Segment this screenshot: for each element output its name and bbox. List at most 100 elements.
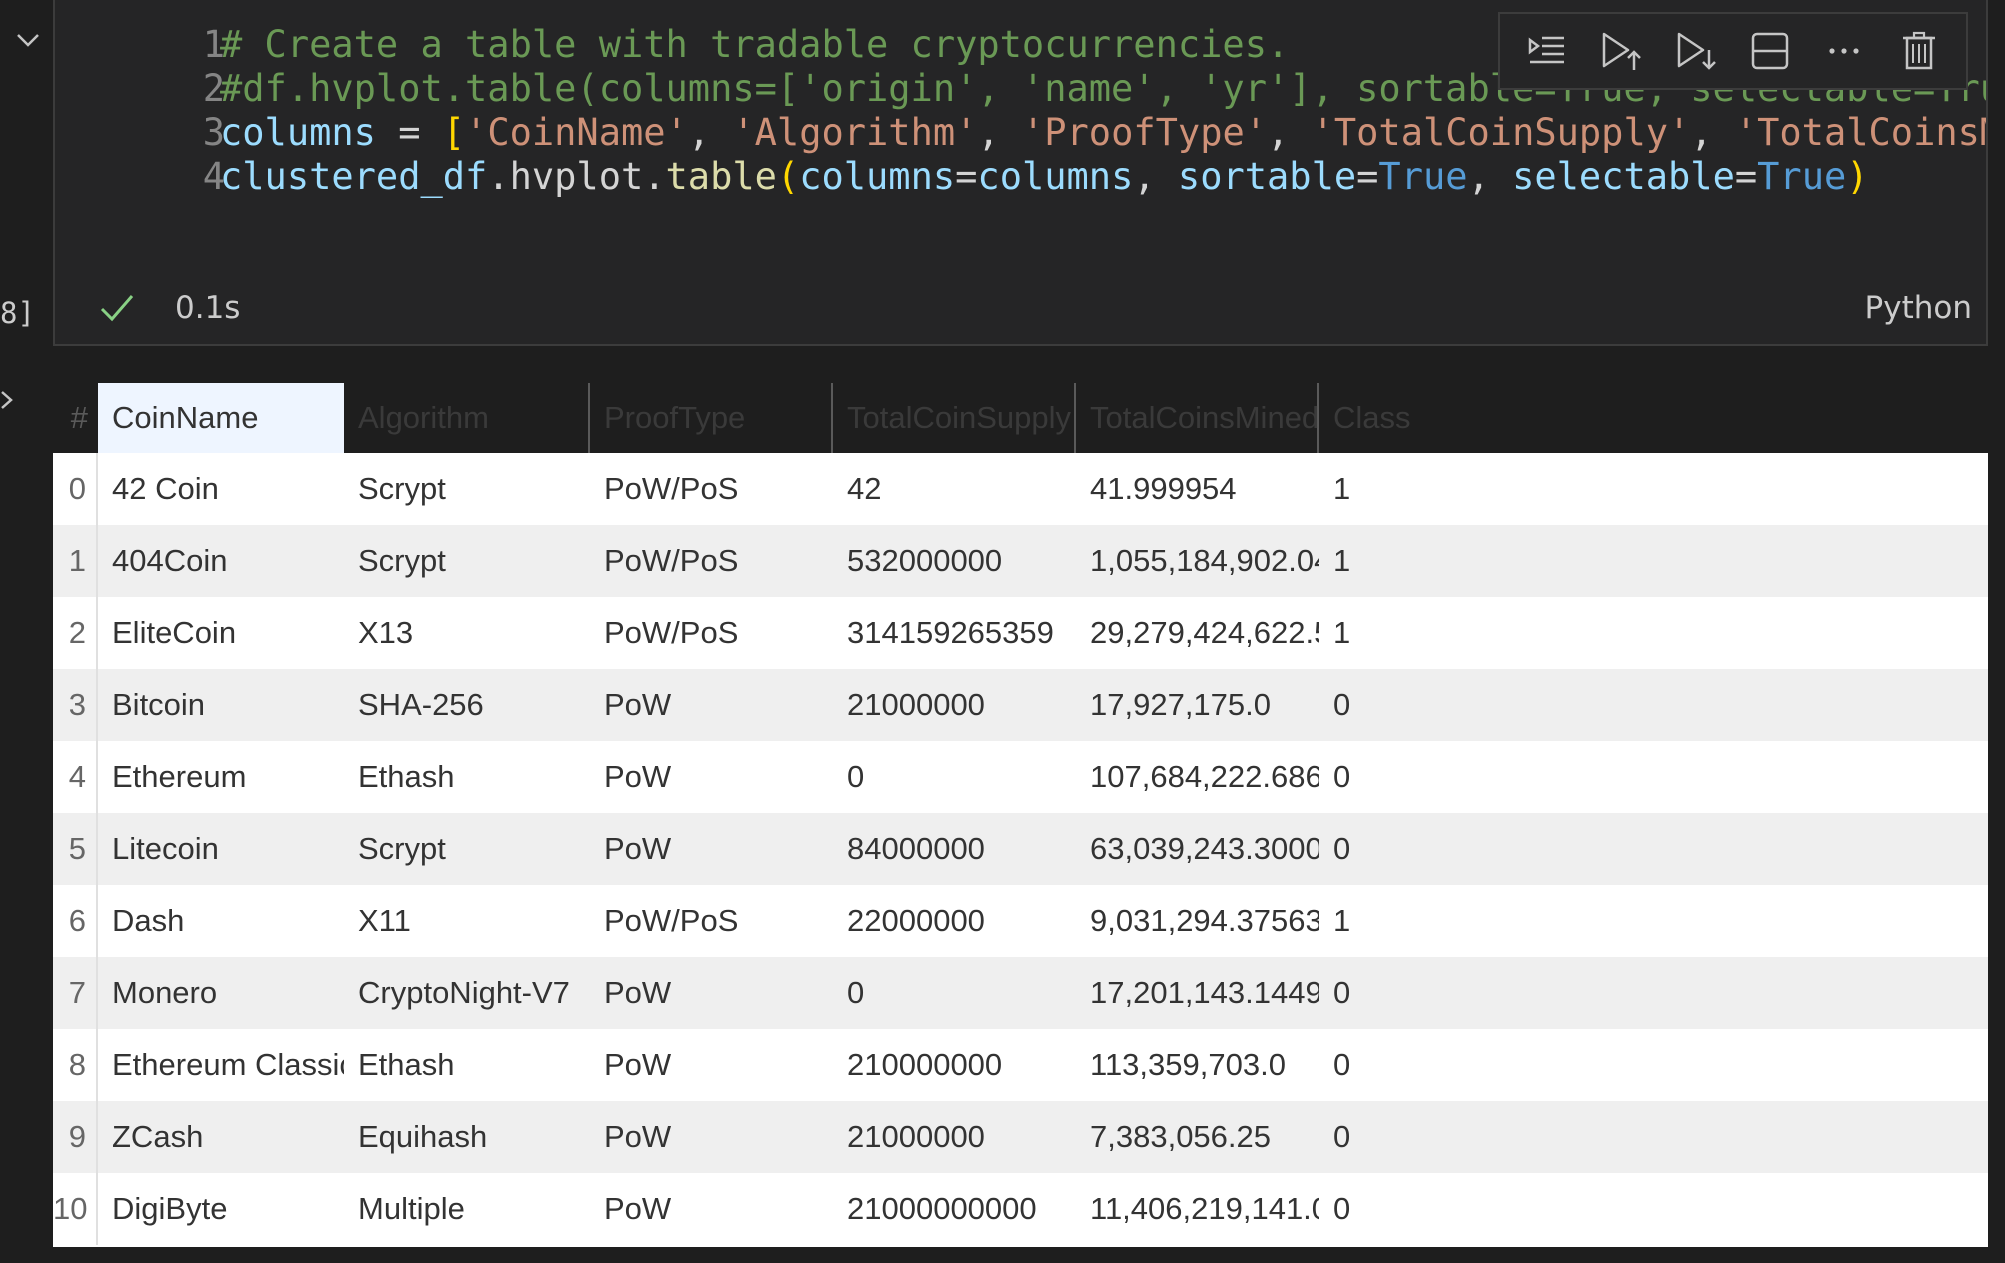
table-cell[interactable]: 17,927,175.0: [1076, 669, 1319, 741]
table-cell[interactable]: CryptoNight-V7: [344, 957, 590, 1029]
table-cell[interactable]: 11,406,219,141.0: [1076, 1173, 1319, 1245]
column-header[interactable]: ProofType: [590, 383, 833, 453]
output-chevron-icon[interactable]: [0, 386, 16, 414]
table-cell[interactable]: 1: [1319, 885, 1559, 957]
table-cell[interactable]: Monero: [98, 957, 344, 1029]
split-cell-button[interactable]: [1744, 25, 1796, 77]
table-cell[interactable]: 0: [833, 741, 1076, 813]
column-header[interactable]: Class: [1319, 383, 1559, 453]
table-cell[interactable]: PoW: [590, 1029, 833, 1101]
table-row[interactable]: 7 Monero CryptoNight-V7 PoW 0 17,201,143.1449…: [53, 957, 1988, 1029]
table-cell[interactable]: PoW: [590, 741, 833, 813]
table-cell[interactable]: Scrypt: [344, 453, 590, 525]
table-row[interactable]: 4 Ethereum Ethash PoW 0 107,684,222.6865 0: [53, 741, 1988, 813]
kernel-language[interactable]: Python: [1865, 290, 1972, 326]
table-row[interactable]: 2 EliteCoin X13 PoW/PoS 314159265359 29,279,4…: [53, 597, 1988, 669]
table-cell[interactable]: SHA-256: [344, 669, 590, 741]
table-cell[interactable]: 113,359,703.0: [1076, 1029, 1319, 1101]
table-cell[interactable]: 0: [1319, 813, 1559, 885]
table-cell[interactable]: 532000000: [833, 525, 1076, 597]
column-header[interactable]: TotalCoinsMined: [1076, 383, 1319, 453]
table-row[interactable]: 10 DigiByte Multiple PoW 21000000000 11,406,2…: [53, 1173, 1988, 1245]
table-row[interactable]: 5 Litecoin Scrypt PoW 84000000 63,039,243.300…: [53, 813, 1988, 885]
collapse-chevron-icon[interactable]: [14, 30, 42, 50]
table-cell[interactable]: Bitcoin: [98, 669, 344, 741]
table-row[interactable]: 8 Ethereum Classic Ethash PoW 210000000 113,3…: [53, 1029, 1988, 1101]
table-cell[interactable]: Ethash: [344, 741, 590, 813]
table-cell[interactable]: Scrypt: [344, 813, 590, 885]
table-cell[interactable]: Ethereum: [98, 741, 344, 813]
table-cell[interactable]: X11: [344, 885, 590, 957]
table-cell[interactable]: 0: [1319, 1101, 1559, 1173]
table-cell[interactable]: Ethash: [344, 1029, 590, 1101]
table-cell[interactable]: 0: [1319, 669, 1559, 741]
table-cell[interactable]: 84000000: [833, 813, 1076, 885]
table-cell[interactable]: 1: [1319, 597, 1559, 669]
table-cell[interactable]: 107,684,222.6865: [1076, 741, 1319, 813]
code-cell[interactable]: 1 # Create a table with tradable cryptocu…: [53, 0, 1988, 346]
delete-cell-button[interactable]: [1893, 25, 1945, 77]
table-cell[interactable]: 9,031,294.375634: [1076, 885, 1319, 957]
table-cell[interactable]: PoW: [590, 957, 833, 1029]
table-cell[interactable]: PoW/PoS: [590, 525, 833, 597]
table-cell[interactable]: 0: [833, 957, 1076, 1029]
table-cell[interactable]: Equihash: [344, 1101, 590, 1173]
table-cell[interactable]: 1,055,184,902.04: [1076, 525, 1319, 597]
table-row[interactable]: 9 ZCash Equihash PoW 21000000 7,383,056.25 0: [53, 1101, 1988, 1173]
table-cell[interactable]: 21000000000: [833, 1173, 1076, 1245]
table-cell[interactable]: 42 Coin: [98, 453, 344, 525]
table-cell[interactable]: PoW: [590, 1173, 833, 1245]
table-cell[interactable]: 0: [1319, 1173, 1559, 1245]
execute-above-button[interactable]: [1521, 25, 1573, 77]
table-cell[interactable]: 0: [1319, 957, 1559, 1029]
run-below-button[interactable]: [1670, 25, 1722, 77]
table-cell[interactable]: PoW: [590, 669, 833, 741]
table-cell[interactable]: DigiByte: [98, 1173, 344, 1245]
table-cell[interactable]: 314159265359: [833, 597, 1076, 669]
more-actions-button[interactable]: [1818, 25, 1870, 77]
table-cell[interactable]: 29,279,424,622.50270: [1076, 597, 1319, 669]
table-cell[interactable]: PoW/PoS: [590, 597, 833, 669]
table-cell[interactable]: Litecoin: [98, 813, 344, 885]
table-cell[interactable]: 1: [1319, 453, 1559, 525]
table-row[interactable]: 0 42 Coin Scrypt PoW/PoS 42 41.999954 1: [53, 453, 1988, 525]
table-cell[interactable]: 41.999954: [1076, 453, 1319, 525]
table-cell[interactable]: 0: [1319, 1029, 1559, 1101]
table-cell[interactable]: 63,039,243.300005: [1076, 813, 1319, 885]
table-cell[interactable]: 0: [1319, 741, 1559, 813]
table-cell[interactable]: 42: [833, 453, 1076, 525]
column-header[interactable]: TotalCoinSupply: [833, 383, 1076, 453]
table-cell[interactable]: PoW/PoS: [590, 453, 833, 525]
table-cell[interactable]: ZCash: [98, 1101, 344, 1173]
table-cell[interactable]: 21000000: [833, 669, 1076, 741]
table-cell[interactable]: EliteCoin: [98, 597, 344, 669]
table-cell[interactable]: 210000000: [833, 1029, 1076, 1101]
table-cell[interactable]: PoW: [590, 813, 833, 885]
run-above-icon: [1603, 32, 1642, 70]
run-below-icon: [1677, 32, 1716, 70]
table-cell[interactable]: 21000000: [833, 1101, 1076, 1173]
more-actions-icon: [1829, 48, 1860, 54]
table-cell[interactable]: 1: [1319, 525, 1559, 597]
table-cell[interactable]: PoW/PoS: [590, 885, 833, 957]
table-cell[interactable]: 404Coin: [98, 525, 344, 597]
code-token: clustered_df: [220, 155, 488, 198]
table-cell[interactable]: X13: [344, 597, 590, 669]
run-above-button[interactable]: [1595, 25, 1647, 77]
table-cell[interactable]: Multiple: [344, 1173, 590, 1245]
table-cell[interactable]: Ethereum Classic: [98, 1029, 344, 1101]
table-cell[interactable]: Dash: [98, 885, 344, 957]
column-header[interactable]: CoinName: [98, 383, 344, 453]
table-cell[interactable]: PoW: [590, 1101, 833, 1173]
table-cell[interactable]: 17,201,143.144913: [1076, 957, 1319, 1029]
table-row[interactable]: 1 404Coin Scrypt PoW/PoS 532000000 1,055,184,…: [53, 525, 1988, 597]
code-token: ,: [1267, 111, 1312, 154]
table-row[interactable]: 6 Dash X11 PoW/PoS 22000000 9,031,294.375634 1: [53, 885, 1988, 957]
table-row[interactable]: 3 Bitcoin SHA-256 PoW 21000000 17,927,175.0 0: [53, 669, 1988, 741]
table-cell[interactable]: 22000000: [833, 885, 1076, 957]
cell-status-bar: 0.1s Python: [55, 280, 1986, 336]
table-cell[interactable]: 7,383,056.25: [1076, 1101, 1319, 1173]
code-token: ,: [1133, 155, 1178, 198]
table-cell[interactable]: Scrypt: [344, 525, 590, 597]
column-header[interactable]: Algorithm: [344, 383, 590, 453]
